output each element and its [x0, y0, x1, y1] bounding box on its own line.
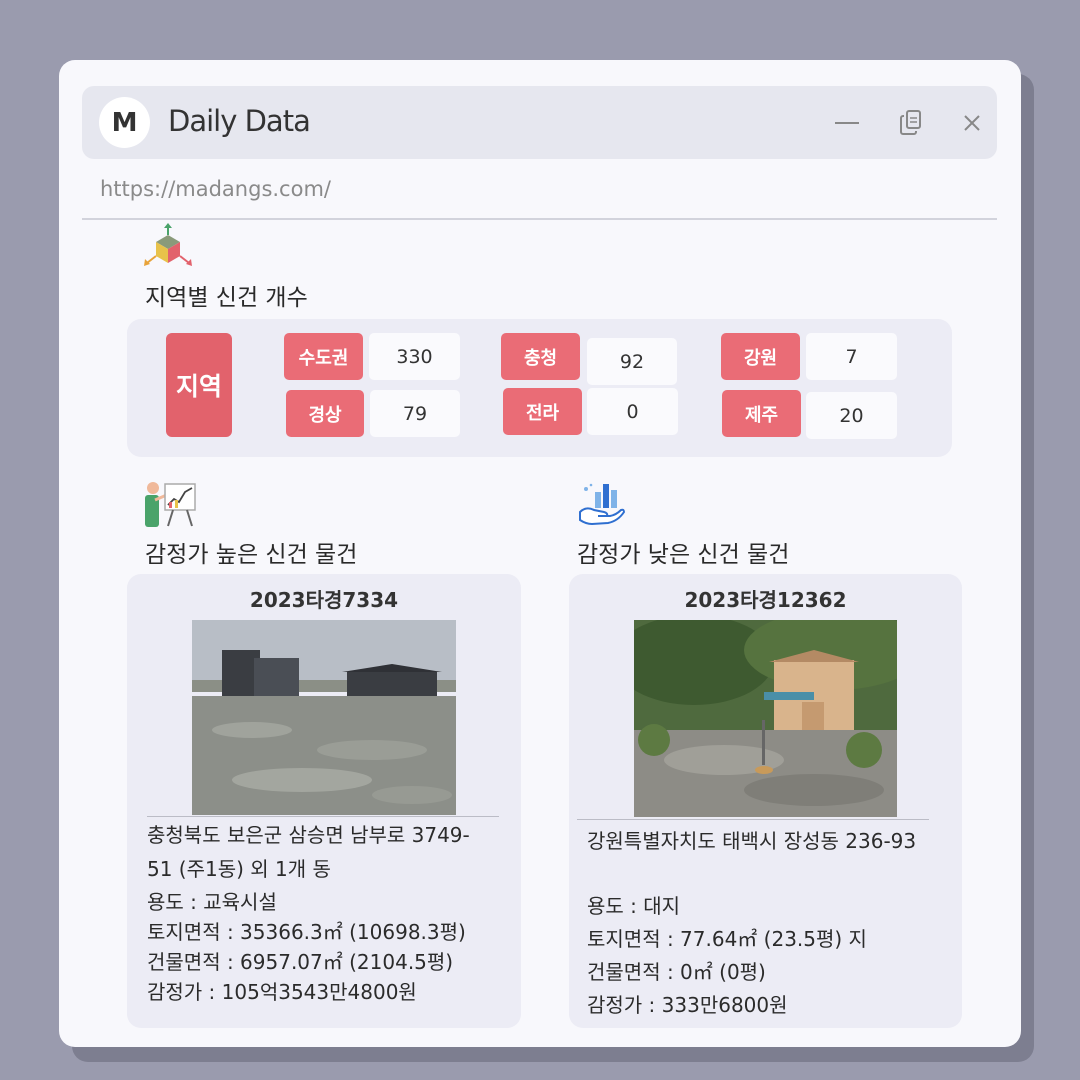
low-section-title: 감정가 낮은 신건 물건: [577, 542, 790, 568]
region-tag-jeolla: 전라: [503, 388, 582, 435]
close-button[interactable]: [955, 106, 989, 140]
3d-axis-cube-icon: [143, 223, 193, 275]
building-area-text: 건물면적 : 6957.07㎡ (2104.5평): [147, 950, 454, 974]
high-appraisal-card[interactable]: 2023타경7334 충청북도 보은군 삼승면 남부로 3749- 51 (주1…: [127, 574, 521, 1028]
building-area-text: 건물면적 : 0㎡ (0평): [587, 960, 766, 984]
case-number: 2023타경7334: [249, 588, 399, 612]
region-count-jeju: 20: [806, 392, 897, 439]
property-address: 강원특별자치도 태백시 장성동 236-93: [587, 829, 917, 853]
property-photo[interactable]: [192, 620, 456, 815]
region-tag-sudogwon: 수도권: [284, 333, 363, 380]
usage-text: 용도 : 교육시설: [147, 890, 277, 914]
region-tag-jeju: 제주: [722, 390, 801, 437]
app-window: M Daily Data https://madangs.com/ 지역별 신건…: [59, 60, 1021, 1047]
property-address: 충청북도 보은군 삼승면 남부로 3749- 51 (주1동) 외 1개 동: [147, 823, 470, 881]
region-main-label: 지역: [166, 333, 232, 437]
property-photo[interactable]: [634, 620, 897, 817]
region-count-gangwon: 7: [806, 333, 897, 380]
region-count-panel: 지역 수도권 330 경상 79 충청 92 전라 0 강원 7 제주 20: [127, 319, 952, 457]
appraisal-text: 감정가 : 105억3543만4800원: [147, 980, 417, 1004]
close-icon: [964, 115, 980, 131]
copy-button[interactable]: [894, 106, 928, 140]
region-count-sudogwon: 330: [369, 333, 460, 380]
property-details: 용도 : 교육시설 토지면적 : 35366.3㎡ (10698.3평) 건물면…: [147, 887, 466, 1007]
region-tag-chungcheong: 충청: [501, 333, 580, 380]
low-appraisal-card[interactable]: 2023타경12362 강원특별자치도 태백시 장성동 236-93 용도: …: [569, 574, 962, 1028]
region-tag-gyeongsang: 경상: [286, 390, 364, 437]
usage-text: 용도 : 대지: [587, 894, 681, 918]
region-section-title: 지역별 신건 개수: [145, 285, 308, 311]
presentation-chart-icon: [143, 480, 197, 534]
appraisal-text: 감정가 : 333만6800원: [587, 993, 788, 1017]
hand-bar-chart-icon: [577, 482, 626, 530]
region-count-chungcheong: 92: [587, 338, 677, 385]
case-number: 2023타경12362: [684, 588, 847, 612]
photo-divider: [577, 819, 929, 820]
region-count-gyeongsang: 79: [370, 390, 460, 437]
url-divider: [82, 218, 997, 220]
land-area-text: 토지면적 : 35366.3㎡ (10698.3평): [147, 920, 466, 944]
url-text[interactable]: https://madangs.com/: [100, 177, 331, 201]
copy-icon: [900, 110, 921, 135]
minimize-icon: [835, 122, 859, 124]
minimize-button[interactable]: [830, 106, 864, 140]
app-title: Daily Data: [168, 104, 311, 138]
region-count-jeolla: 0: [587, 388, 678, 435]
region-tag-gangwon: 강원: [721, 333, 800, 380]
title-bar: M Daily Data: [82, 86, 997, 159]
property-details: 용도 : 대지 토지면적 : 77.64㎡ (23.5평) 지 건물면적 : 0…: [587, 890, 867, 1022]
land-area-text: 토지면적 : 77.64㎡ (23.5평) 지: [587, 927, 867, 951]
app-logo: M: [99, 97, 150, 148]
photo-divider: [147, 816, 499, 817]
high-section-title: 감정가 높은 신건 물건: [145, 542, 358, 568]
